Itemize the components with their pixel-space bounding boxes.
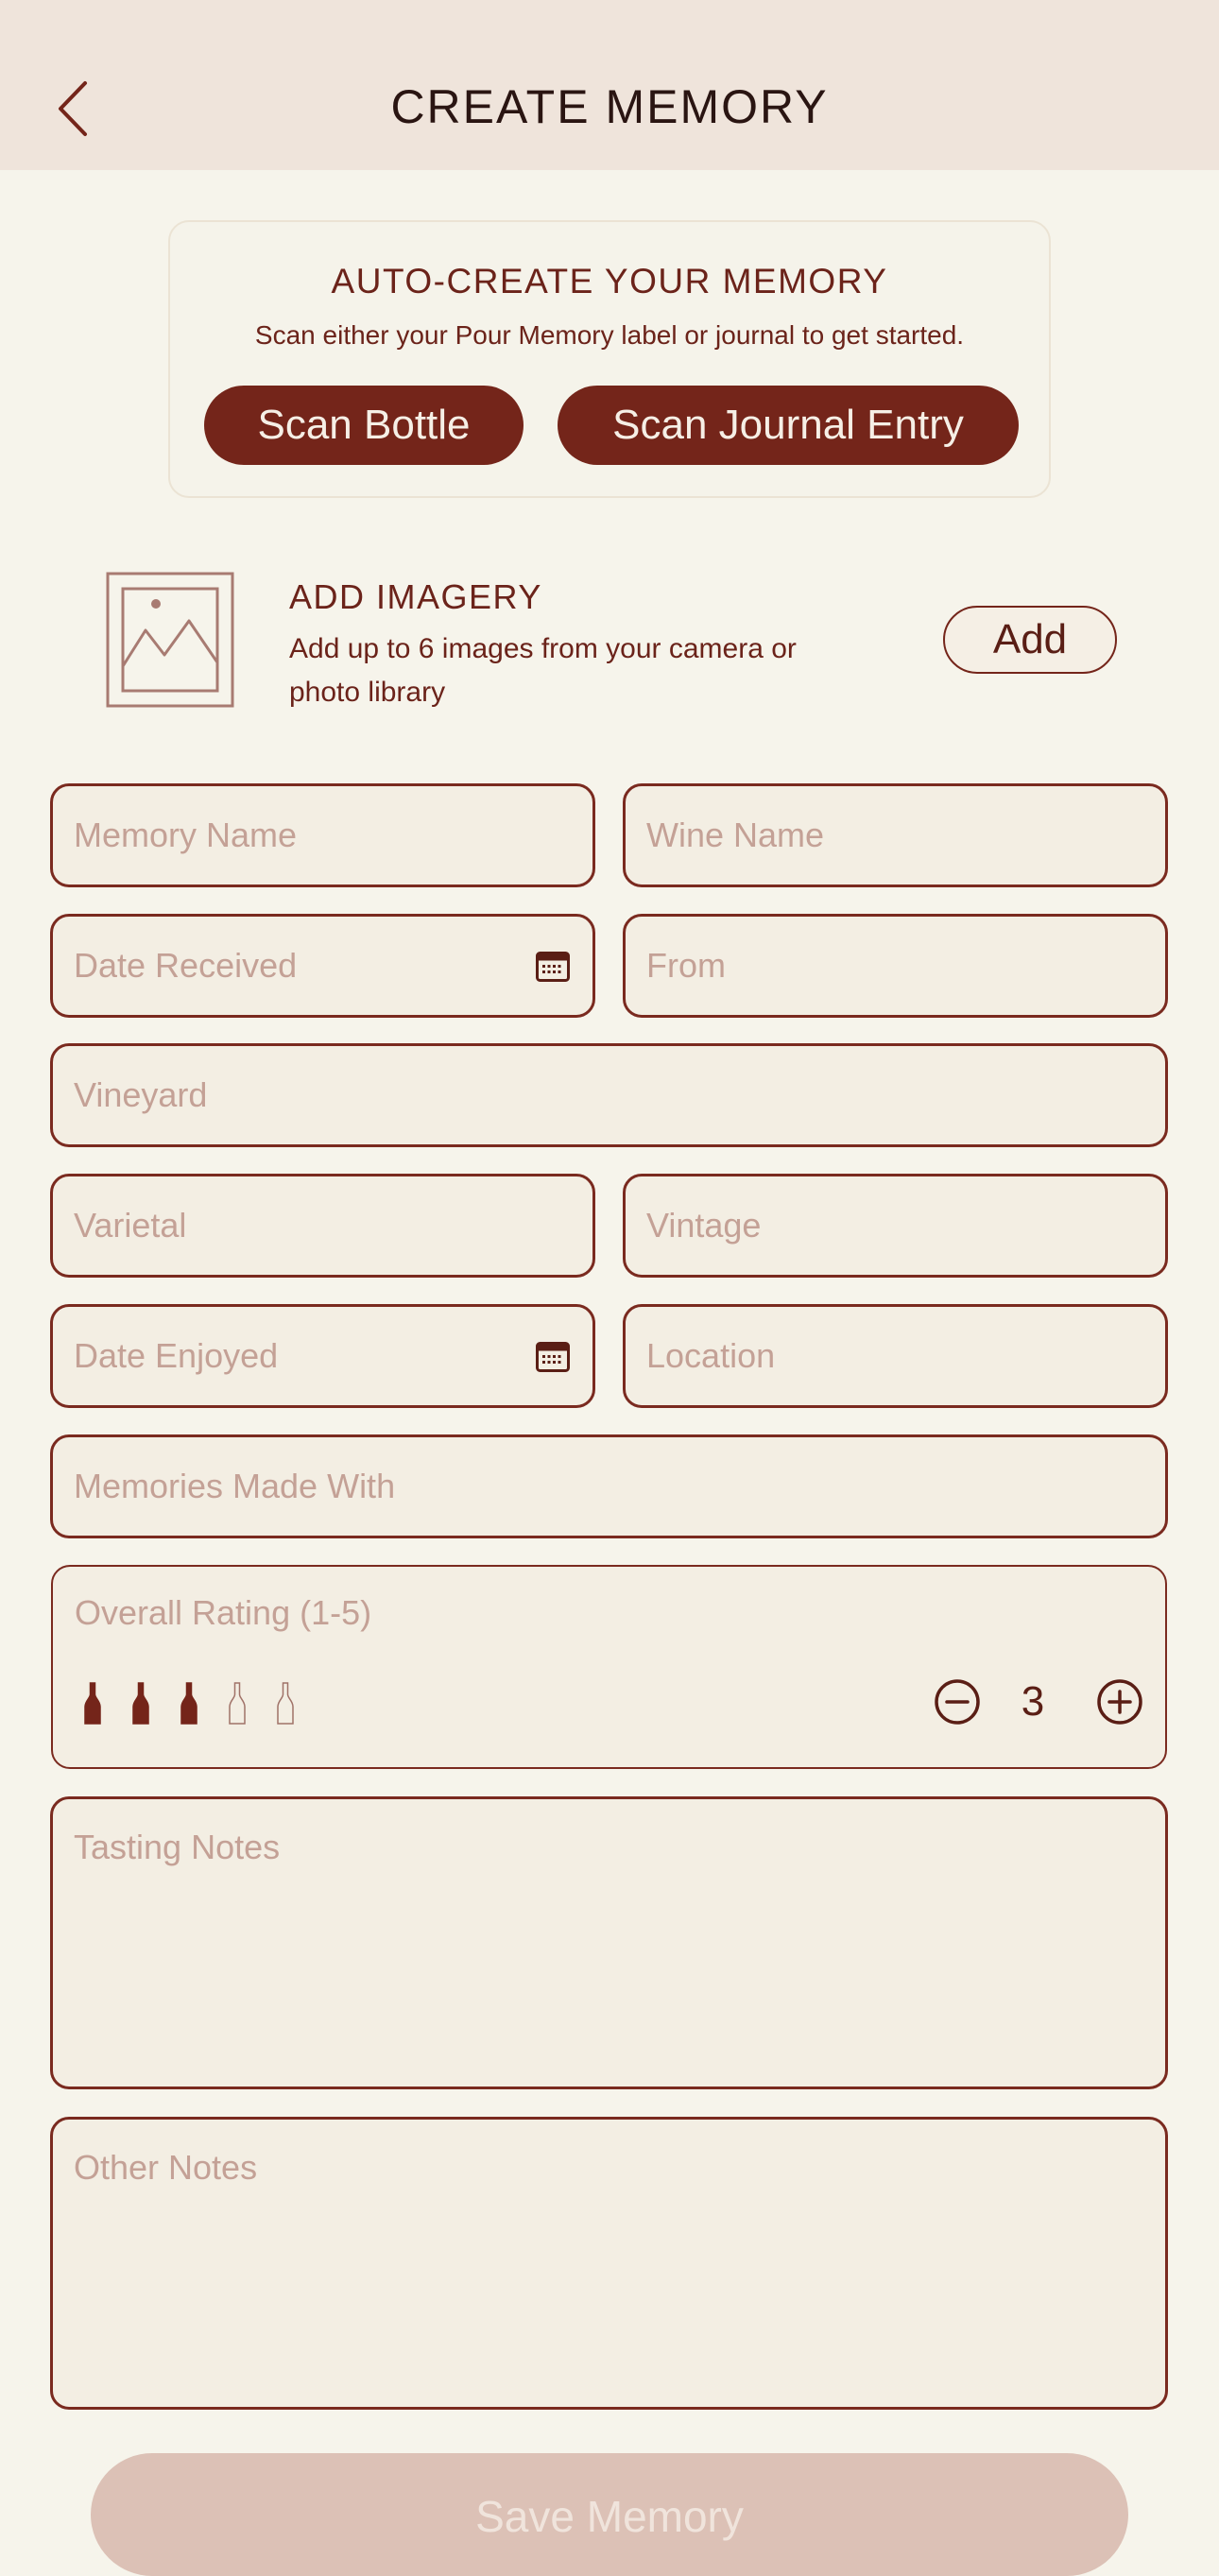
- auto-create-subtitle: Scan either your Pour Memory label or jo…: [254, 320, 965, 350]
- location-field[interactable]: Location: [623, 1304, 1168, 1408]
- add-imagery-subtitle: Add up to 6 images from your camera or p…: [289, 633, 797, 708]
- location-placeholder: Location: [646, 1336, 776, 1375]
- plus-circle-icon[interactable]: [1096, 1678, 1143, 1726]
- varietal-placeholder: Varietal: [74, 1206, 187, 1245]
- wine-bottle-empty-icon[interactable]: [228, 1682, 247, 1726]
- add-imagery-title: ADD IMAGERY: [289, 577, 542, 616]
- rating-label: Overall Rating (1-5): [75, 1593, 372, 1632]
- scan-journal-entry-button[interactable]: Scan Journal Entry: [558, 386, 1019, 465]
- from-placeholder: From: [646, 946, 726, 985]
- auto-create-title: AUTO-CREATE YOUR MEMORY: [331, 262, 888, 301]
- page-title: CREATE MEMORY: [390, 80, 829, 133]
- wine-name-placeholder: Wine Name: [646, 816, 825, 854]
- memory-name-field[interactable]: Memory Name: [50, 783, 595, 887]
- rating-value: 3: [1021, 1678, 1045, 1725]
- overall-rating-box: Overall Rating (1-5) 3: [51, 1565, 1167, 1769]
- vintage-field[interactable]: Vintage: [623, 1174, 1168, 1278]
- save-memory-button[interactable]: Save Memory: [91, 2453, 1128, 2576]
- vintage-placeholder: Vintage: [646, 1206, 762, 1245]
- from-field[interactable]: From: [623, 914, 1168, 1018]
- other-notes-placeholder: Other Notes: [74, 2148, 258, 2187]
- calendar-icon[interactable]: [536, 952, 570, 982]
- add-imagery-button[interactable]: Add: [943, 606, 1117, 674]
- image-placeholder-icon: [106, 572, 234, 708]
- tasting-notes-field[interactable]: Tasting Notes: [50, 1796, 1168, 2089]
- wine-bottle-filled-icon[interactable]: [180, 1682, 198, 1726]
- date-enjoyed-placeholder: Date Enjoyed: [74, 1336, 279, 1375]
- vineyard-field[interactable]: Vineyard: [50, 1043, 1168, 1147]
- vineyard-placeholder: Vineyard: [74, 1075, 208, 1114]
- wine-name-field[interactable]: Wine Name: [623, 783, 1168, 887]
- memories-made-with-placeholder: Memories Made With: [74, 1467, 396, 1505]
- date-received-field[interactable]: Date Received: [50, 914, 595, 1018]
- calendar-icon[interactable]: [536, 1342, 570, 1372]
- date-received-placeholder: Date Received: [74, 946, 298, 985]
- varietal-field[interactable]: Varietal: [50, 1174, 595, 1278]
- wine-bottle-filled-icon[interactable]: [83, 1682, 102, 1726]
- memory-name-placeholder: Memory Name: [74, 816, 298, 854]
- tasting-notes-placeholder: Tasting Notes: [74, 1828, 281, 1866]
- memories-made-with-field[interactable]: Memories Made With: [50, 1434, 1168, 1538]
- other-notes-field[interactable]: Other Notes: [50, 2117, 1168, 2410]
- wine-bottle-filled-icon[interactable]: [131, 1682, 150, 1726]
- date-enjoyed-field[interactable]: Date Enjoyed: [50, 1304, 595, 1408]
- auto-create-card: AUTO-CREATE YOUR MEMORY Scan either your…: [168, 220, 1051, 498]
- minus-circle-icon[interactable]: [934, 1678, 981, 1726]
- scan-bottle-button[interactable]: Scan Bottle: [204, 386, 524, 465]
- header-bar: CREATE MEMORY: [0, 0, 1219, 170]
- wine-bottle-empty-icon[interactable]: [276, 1682, 295, 1726]
